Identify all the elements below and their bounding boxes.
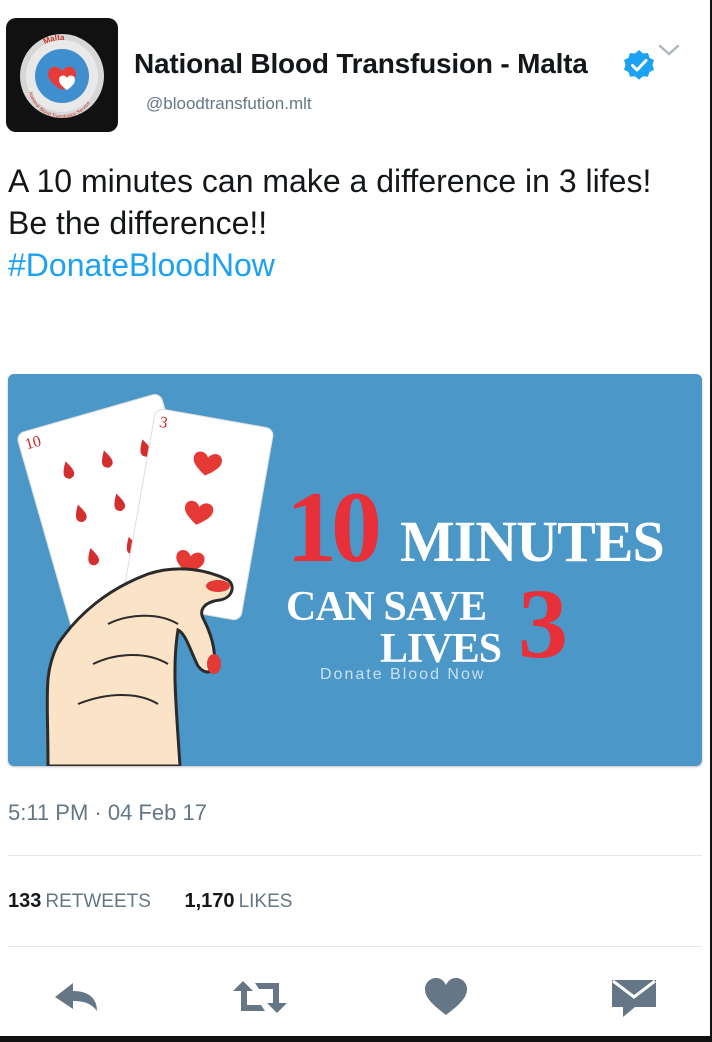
tweet-actions bbox=[0, 970, 712, 1030]
tweet-body: A 10 minutes can make a difference in 3 … bbox=[8, 163, 652, 241]
hashtag-link[interactable]: #DonateBloodNow bbox=[8, 244, 698, 286]
headline-number: 10 bbox=[286, 471, 382, 584]
headline-word: MINUTES bbox=[400, 509, 665, 574]
message-icon bbox=[612, 979, 656, 1017]
headline-big-number: 3 bbox=[518, 568, 568, 679]
like-icon bbox=[425, 978, 467, 1015]
direct-message-button[interactable] bbox=[604, 970, 664, 1024]
tweet-stats: 133 RETWEETS 1,170 LIKES bbox=[8, 890, 320, 913]
bottom-border bbox=[0, 1036, 712, 1042]
likes-count[interactable]: 1,170 bbox=[185, 890, 235, 912]
like-button[interactable] bbox=[416, 970, 476, 1024]
retweet-icon bbox=[233, 981, 287, 1013]
chevron-down-icon[interactable] bbox=[657, 42, 681, 58]
headline-line3: LIVES bbox=[380, 626, 502, 672]
author-avatar[interactable]: Malta National Blood Transfusion Service bbox=[6, 18, 118, 132]
reply-icon bbox=[55, 983, 97, 1011]
retweet-button[interactable] bbox=[230, 970, 290, 1024]
divider bbox=[8, 855, 702, 856]
reply-button[interactable] bbox=[46, 970, 106, 1024]
verified-badge-icon bbox=[624, 50, 654, 80]
retweets-label[interactable]: RETWEETS bbox=[45, 891, 151, 912]
tweet-timestamp[interactable]: 5:11 PM · 04 Feb 17 bbox=[8, 800, 207, 826]
author-name[interactable]: National Blood Transfusion - Malta bbox=[134, 48, 588, 80]
divider bbox=[8, 946, 702, 947]
media-tagline: Donate Blood Now bbox=[320, 666, 486, 683]
retweets-count[interactable]: 133 bbox=[8, 890, 41, 912]
tweet-text: A 10 minutes can make a difference in 3 … bbox=[8, 160, 698, 286]
likes-label[interactable]: LIKES bbox=[239, 891, 293, 912]
headline-line2: CAN SAVE bbox=[286, 584, 487, 630]
author-handle[interactable]: @bloodtransfution.mlt bbox=[146, 94, 312, 114]
